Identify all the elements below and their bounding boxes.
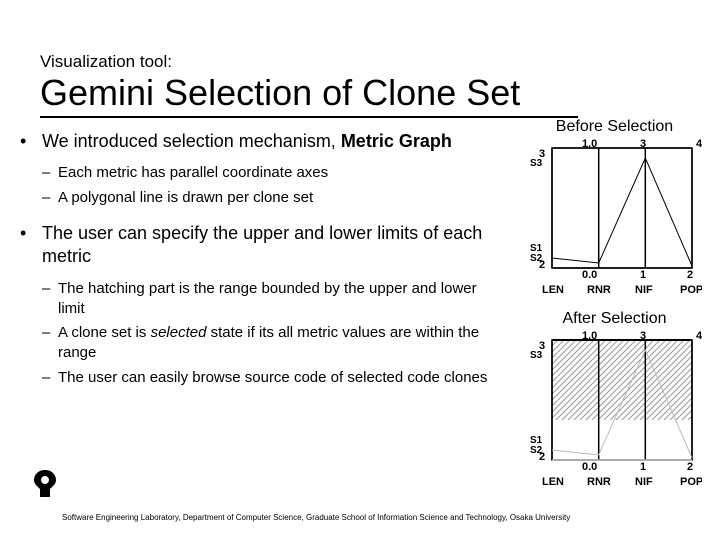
svg-text:S2: S2 xyxy=(530,445,543,456)
chart-before-selection: Before Selection 3 1.0 3 4 2 0.0 1 2 LEN… xyxy=(527,118,702,298)
svg-text:POP: POP xyxy=(680,476,702,488)
svg-text:S3: S3 xyxy=(530,350,543,361)
bullet-2-sub-1: The hatching part is the range bounded b… xyxy=(42,279,500,320)
bullet-1-sub-1: Each metric has parallel coordinate axes xyxy=(42,163,500,183)
svg-text:4: 4 xyxy=(696,330,702,342)
svg-text:1: 1 xyxy=(640,269,646,281)
chart-after-selection: After Selection 3 1.0 3 4 2 0.0 1 2 xyxy=(527,310,702,490)
bullet-2-sub-3: The user can easily browse source code o… xyxy=(42,368,500,388)
bullet-2-text: The user can specify the upper and lower… xyxy=(42,223,482,266)
svg-text:S3: S3 xyxy=(530,158,543,169)
footer-attribution: Software Engineering Laboratory, Departm… xyxy=(62,513,702,522)
bullet-1: We introduced selection mechanism, Metri… xyxy=(20,130,500,208)
bullet-1-bold: Metric Graph xyxy=(341,131,452,151)
svg-text:POP: POP xyxy=(680,284,702,296)
bullet-2: The user can specify the upper and lower… xyxy=(20,222,500,388)
svg-text:LEN: LEN xyxy=(542,284,564,296)
svg-text:0.0: 0.0 xyxy=(582,269,597,281)
slide-subtitle: Visualization tool: xyxy=(40,52,172,72)
svg-text:2: 2 xyxy=(687,269,693,281)
svg-text:NIF: NIF xyxy=(635,284,653,296)
parallel-coords-before: 3 1.0 3 4 2 0.0 1 2 LEN RNR NIF POP S3 S… xyxy=(527,138,702,298)
chart-after-title: After Selection xyxy=(527,310,702,328)
lab-logo-icon xyxy=(28,467,62,506)
svg-text:1: 1 xyxy=(640,461,646,473)
chart-before-title: Before Selection xyxy=(527,118,702,136)
bullet-1-text: We introduced selection mechanism, xyxy=(42,131,341,151)
svg-text:2: 2 xyxy=(687,461,693,473)
svg-text:RNR: RNR xyxy=(587,476,611,488)
slide-title: Gemini Selection of Clone Set xyxy=(40,72,578,118)
svg-text:0.0: 0.0 xyxy=(582,461,597,473)
parallel-coords-after: 3 1.0 3 4 2 0.0 1 2 LEN RNR NIF POP S3 S… xyxy=(527,330,702,490)
svg-text:RNR: RNR xyxy=(587,284,611,296)
slide-body: We introduced selection mechanism, Metri… xyxy=(20,130,500,402)
svg-text:S2: S2 xyxy=(530,253,543,264)
svg-text:4: 4 xyxy=(696,138,702,150)
svg-text:NIF: NIF xyxy=(635,476,653,488)
bullet-2-sub-2: A clone set is selected state if its all… xyxy=(42,323,500,364)
bullet-1-sub-2: A polygonal line is drawn per clone set xyxy=(42,188,500,208)
svg-text:LEN: LEN xyxy=(542,476,564,488)
